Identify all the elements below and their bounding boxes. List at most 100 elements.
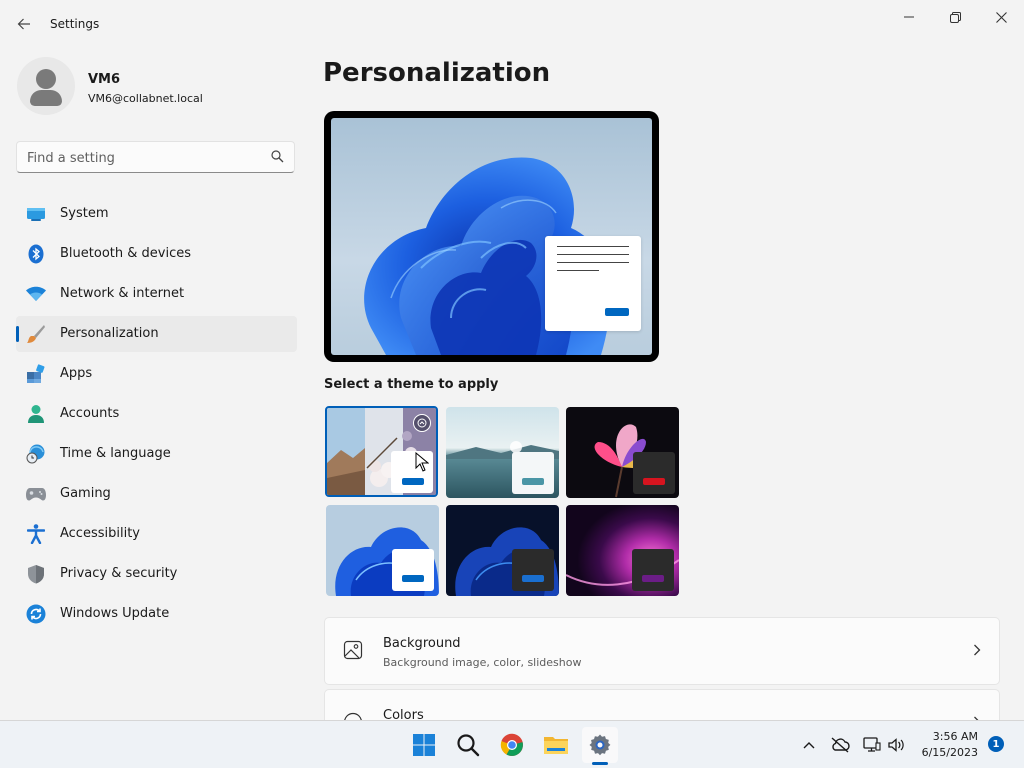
restore-icon <box>949 11 961 23</box>
back-button[interactable] <box>10 10 38 38</box>
background-card[interactable]: Background Background image, color, slid… <box>324 617 1000 685</box>
preview-line <box>557 246 629 247</box>
theme-windows-light[interactable] <box>326 505 439 596</box>
restore-button[interactable] <box>932 6 978 28</box>
theme-window-preview <box>512 549 554 591</box>
sidebar-item-gaming[interactable]: Gaming <box>16 476 297 512</box>
user-email: VM6@collabnet.local <box>88 92 203 105</box>
preview-window <box>545 236 641 331</box>
theme-glow-lake[interactable] <box>446 407 559 498</box>
title-bar: Settings <box>0 0 1024 48</box>
sidebar-item-label: Accounts <box>60 406 120 421</box>
theme-accent-bar <box>643 478 665 485</box>
theme-window-preview <box>512 452 554 494</box>
start-button[interactable] <box>406 727 442 763</box>
search-icon <box>457 734 480 757</box>
mouse-cursor-icon <box>415 452 429 472</box>
page-title: Personalization <box>323 58 551 88</box>
clock-time[interactable]: 3:56 AM <box>918 730 978 743</box>
sidebar-item-label: Accessibility <box>60 526 140 541</box>
search-icon <box>271 150 284 163</box>
file-explorer-button[interactable] <box>538 727 574 763</box>
card-title: Background <box>383 636 461 651</box>
avatar-body <box>30 90 62 106</box>
volume-icon <box>888 738 904 752</box>
close-icon <box>995 11 1007 23</box>
theme-accent-bar <box>522 478 544 485</box>
sidebar-item-label: Privacy & security <box>60 566 178 581</box>
theme-accent-bar <box>402 575 424 582</box>
sidebar-item-accounts[interactable]: Accounts <box>16 396 297 432</box>
sidebar-item-personalization[interactable]: Personalization <box>16 316 297 352</box>
chrome-icon <box>500 733 523 756</box>
sidebar-item-label: Time & language <box>60 446 171 461</box>
notification-badge[interactable]: 1 <box>988 736 1004 752</box>
sidebar-item-label: Windows Update <box>60 606 170 621</box>
preview-button <box>605 308 629 316</box>
apps-icon <box>26 364 46 384</box>
sidebar-nav: System Bluetooth & devices Network & int… <box>16 196 297 636</box>
theme-flow[interactable] <box>566 505 679 596</box>
person-icon <box>26 404 46 424</box>
clock-date[interactable]: 6/15/2023 <box>908 746 978 759</box>
sidebar-item-network[interactable]: Network & internet <box>16 276 297 312</box>
theme-accent-bar <box>402 478 424 485</box>
taskbar-search-button[interactable] <box>450 727 486 763</box>
theme-accent-bar <box>522 575 544 582</box>
sidebar-item-windows-update[interactable]: Windows Update <box>16 596 297 632</box>
start-icon <box>413 734 435 756</box>
sidebar-item-label: System <box>60 206 109 221</box>
avatar-head <box>36 69 56 89</box>
sidebar-item-label: Apps <box>60 366 93 381</box>
cloud-offline-icon <box>831 737 850 753</box>
sidebar-item-system[interactable]: System <box>16 196 297 232</box>
sidebar-item-privacy[interactable]: Privacy & security <box>16 556 297 592</box>
taskbar <box>0 720 1024 768</box>
paintbrush-icon <box>26 324 46 344</box>
sidebar-item-accessibility[interactable]: Accessibility <box>16 516 297 552</box>
user-name: VM6 <box>88 72 121 87</box>
onedrive-button[interactable] <box>830 735 850 755</box>
themes-section-label: Select a theme to apply <box>324 377 499 392</box>
sidebar-item-apps[interactable]: Apps <box>16 356 297 392</box>
chevron-up-icon <box>803 742 815 749</box>
network-button[interactable] <box>862 735 882 755</box>
accessibility-icon <box>26 524 46 544</box>
sidebar-item-bluetooth[interactable]: Bluetooth & devices <box>16 236 297 272</box>
show-hidden-icons-button[interactable] <box>799 735 819 755</box>
back-arrow-icon <box>17 18 30 30</box>
active-app-indicator <box>592 762 608 765</box>
close-button[interactable] <box>978 6 1024 28</box>
settings-icon <box>589 734 611 756</box>
colors-card[interactable]: Colors <box>324 689 1000 720</box>
sidebar-item-time-language[interactable]: Time & language <box>16 436 297 472</box>
minimize-button[interactable] <box>886 6 932 28</box>
sidebar-item-label: Bluetooth & devices <box>60 246 191 261</box>
theme-window-preview <box>633 452 675 494</box>
theme-accent-bar <box>642 575 664 582</box>
volume-button[interactable] <box>886 735 906 755</box>
search-input[interactable] <box>27 148 267 168</box>
theme-window-preview <box>632 549 674 591</box>
monitor-icon <box>26 204 46 224</box>
theme-windows-dark[interactable] <box>446 505 559 596</box>
theme-preview <box>324 111 659 362</box>
preview-line <box>557 262 629 263</box>
chrome-button[interactable] <box>494 727 530 763</box>
preview-line <box>557 270 599 271</box>
theme-captured-motion[interactable] <box>566 407 679 498</box>
preview-line <box>557 254 629 255</box>
globe-clock-icon <box>26 444 46 464</box>
sidebar-item-label: Network & internet <box>60 286 185 301</box>
window-title: Settings <box>50 17 100 31</box>
theme-window-preview <box>392 549 434 591</box>
settings-taskbar-button[interactable] <box>582 727 618 763</box>
bluetooth-icon <box>26 244 46 264</box>
refresh-icon <box>26 604 46 624</box>
avatar[interactable] <box>17 57 75 115</box>
preview-wallpaper <box>331 118 652 355</box>
theme-active-badge-icon <box>413 414 431 432</box>
search-box[interactable] <box>16 141 295 173</box>
chevron-right-icon <box>974 644 981 656</box>
palette-icon <box>344 712 362 720</box>
